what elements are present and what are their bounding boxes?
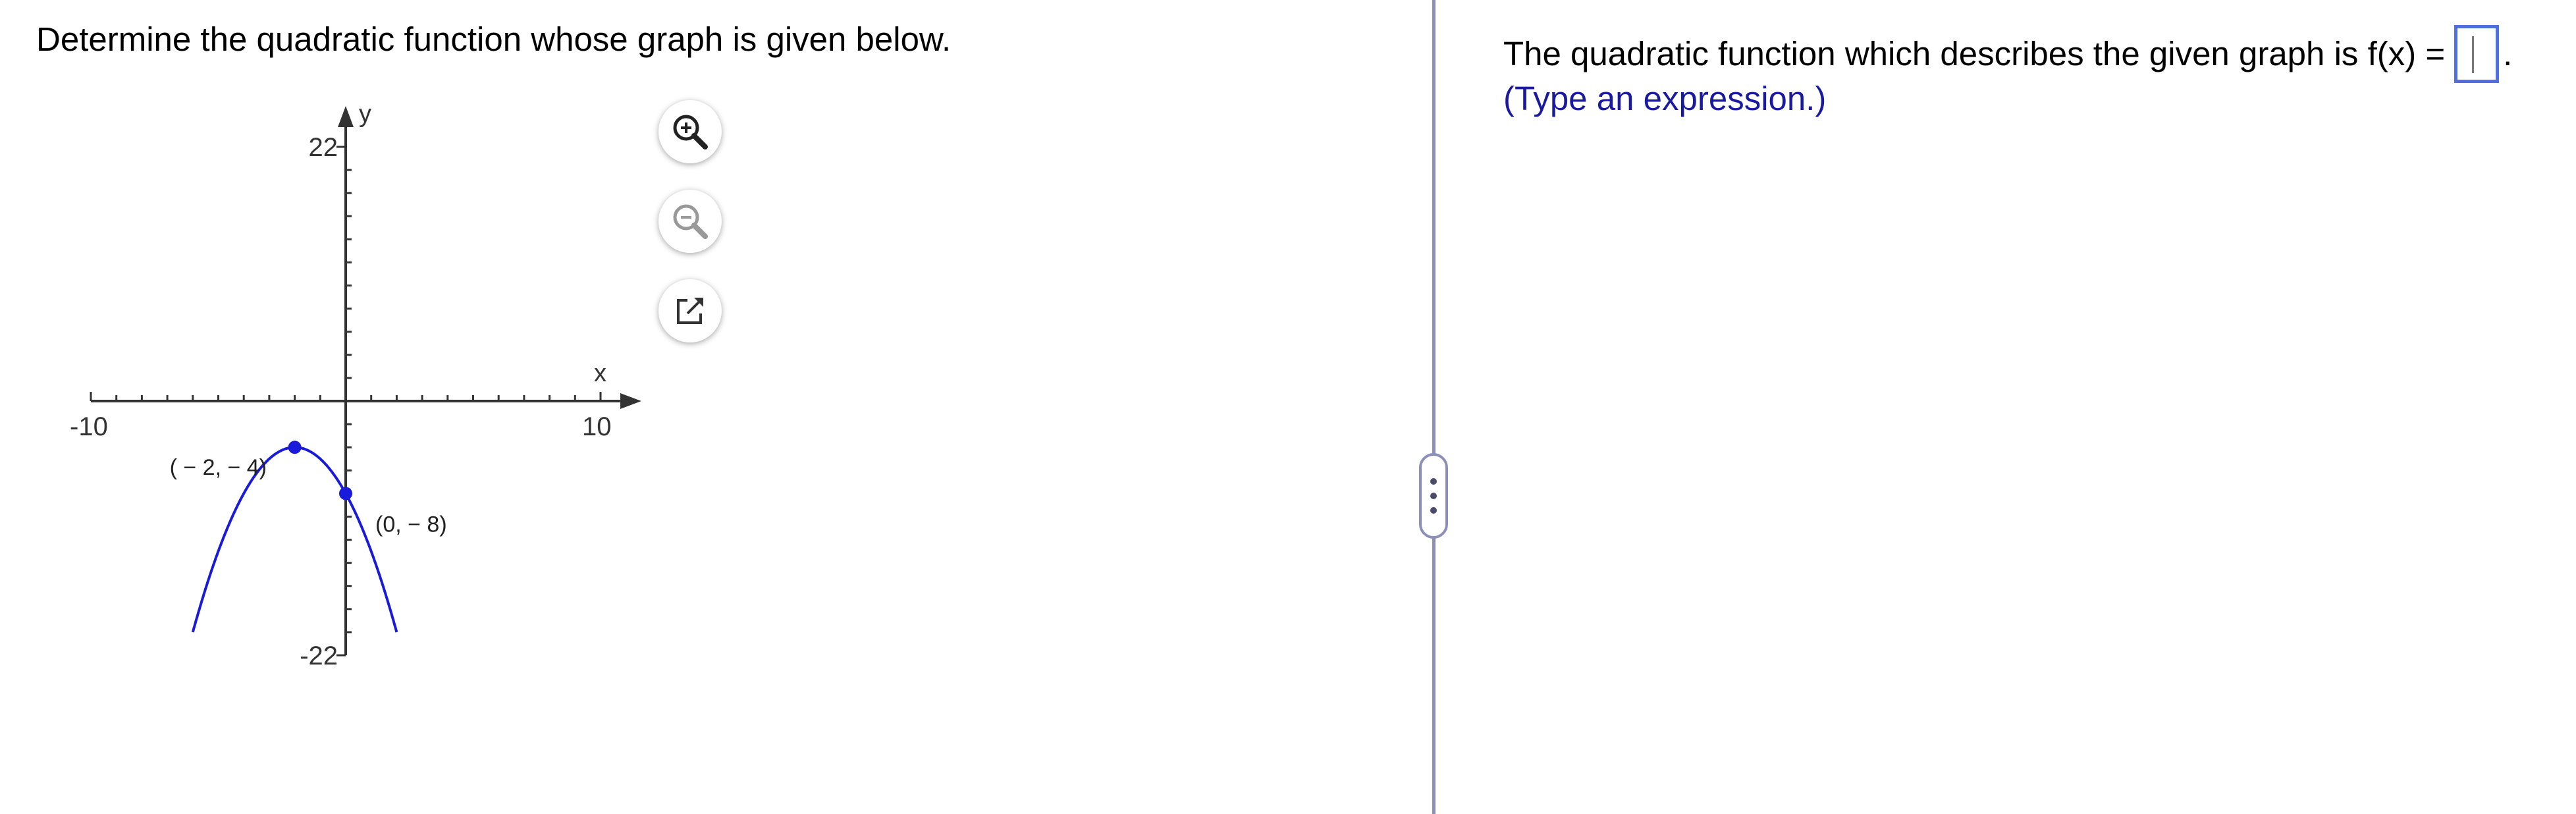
y-axis-arrow [338,106,354,127]
external-link-icon [677,298,703,324]
zoom-in-icon [673,115,708,149]
y-intercept-point [339,487,352,501]
y-max-tick-label: 22 [309,133,338,162]
answer-input[interactable] [2454,25,2500,83]
vertex-point [288,441,302,454]
answer-hint: (Type an expression.) [1503,80,1827,117]
handle-dot [1430,507,1437,514]
graph-panel: x y -10 10 22 -22 ( − 2, − 4) (0, − 8) [0,0,1429,814]
x-axis-arrow [620,393,641,409]
zoom-out-icon [673,204,708,239]
question-period: . [2503,35,2513,72]
x-min-tick-label: -10 [70,412,108,441]
zoom-in-button[interactable] [658,100,722,163]
y-intercept-point-label: (0, − 8) [375,512,447,537]
zoom-out-button[interactable] [658,190,722,253]
vertex-point-label: ( − 2, − 4) [170,455,267,480]
open-new-window-button[interactable] [658,279,722,342]
y-min-tick-label: -22 [300,641,338,670]
question-text: The quadratic function which describes t… [1503,35,2446,72]
x-max-tick-label: 10 [582,412,612,441]
panel-resize-handle[interactable] [1419,453,1448,539]
answer-question: The quadratic function which describes t… [1503,25,2512,83]
y-axis-label: y [359,100,371,128]
handle-dot [1430,478,1437,485]
x-axis-label: x [594,360,606,387]
panel-divider [1432,0,1436,814]
handle-dot [1430,493,1437,499]
